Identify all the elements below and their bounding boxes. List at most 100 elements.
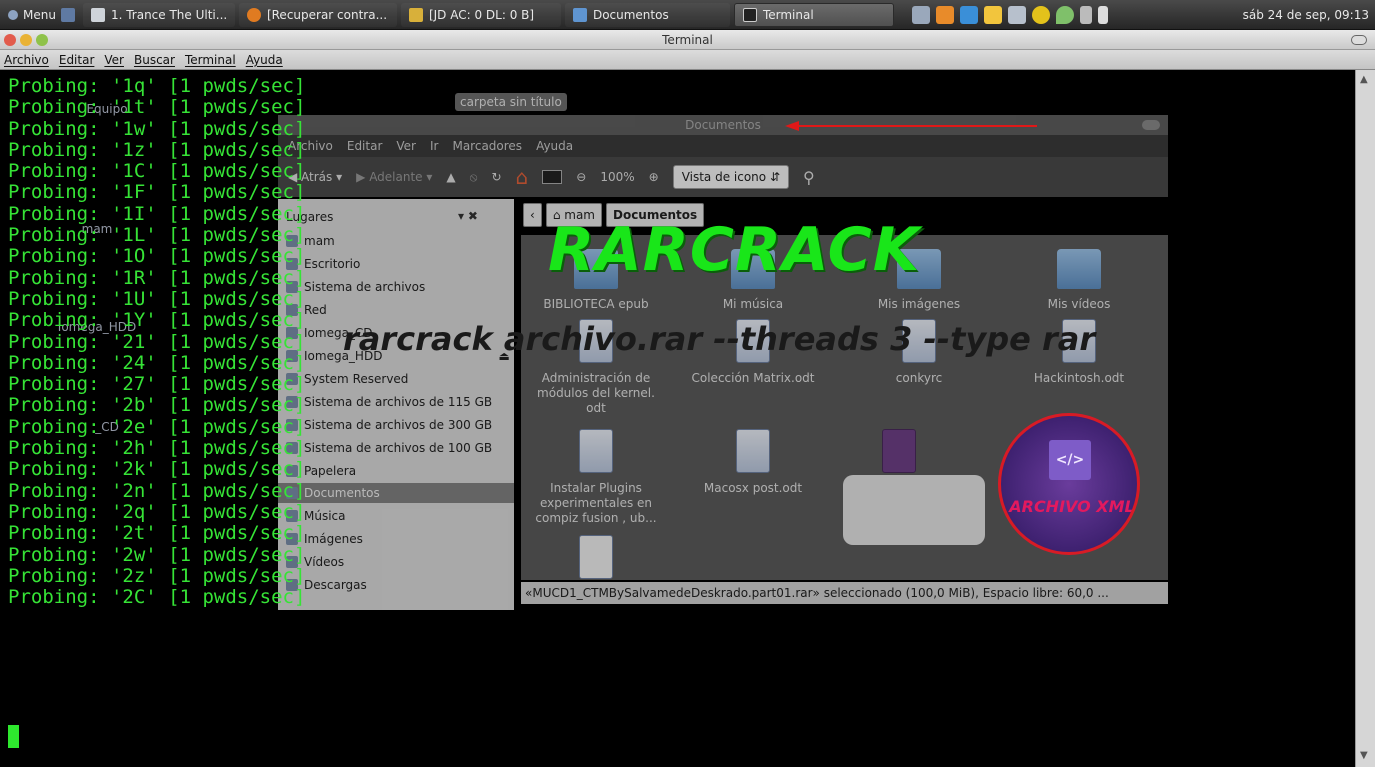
menu-terminal[interactable]: Terminal: [185, 53, 236, 67]
xml-file-badge: </> ARCHIVO XML: [998, 413, 1140, 555]
fm-menu-ir[interactable]: Ir: [430, 139, 438, 153]
maximize-button[interactable]: [36, 34, 48, 46]
taskbar-item-documentos[interactable]: Documentos: [564, 2, 730, 27]
terminal-line: Probing: '1z' [1 pwds/sec]: [8, 138, 306, 161]
tray-calculator-icon[interactable]: [1007, 5, 1026, 24]
close-button[interactable]: [4, 34, 16, 46]
reload-icon[interactable]: ↻: [491, 170, 501, 184]
tray-skype-icon[interactable]: [959, 5, 978, 24]
taskbar-item-browser[interactable]: [Recuperar contra...: [238, 2, 397, 27]
terminal-line: Probing: '1w' [1 pwds/sec]: [8, 117, 306, 140]
search-icon[interactable]: ⚲: [803, 168, 815, 187]
file-name: Mis imágenes: [877, 297, 961, 311]
red-arrow-annotation: [785, 121, 1037, 131]
main-menu-label: Menu: [23, 7, 56, 22]
clock[interactable]: sáb 24 de sep, 09:13: [1243, 8, 1375, 22]
path-back-arrow-icon[interactable]: ‹: [523, 203, 542, 227]
file-item[interactable]: Mis vídeos: [1009, 249, 1149, 312]
main-menu-button[interactable]: Menu: [0, 0, 83, 29]
file-name: conkyrc: [895, 371, 943, 385]
menu-editar[interactable]: Editar: [59, 53, 95, 67]
terminal-line: Probing: '2b' [1 pwds/sec]: [8, 394, 306, 417]
taskbar-item-label: Documentos: [592, 7, 669, 22]
zoom-out-icon[interactable]: ⊖: [576, 170, 586, 184]
tray-shield-icon[interactable]: [1055, 5, 1074, 24]
menu-ver[interactable]: Ver: [104, 53, 124, 67]
fm-menu-ayuda[interactable]: Ayuda: [536, 139, 573, 153]
terminal-line: Probing: '2q' [1 pwds/sec]: [8, 500, 306, 523]
terminal-line: Probing: '1C' [1 pwds/sec]: [8, 160, 306, 183]
tray-java-icon[interactable]: [935, 5, 954, 24]
window-restore-button[interactable]: [1351, 35, 1367, 45]
taskbar-item-terminal[interactable]: Terminal: [733, 2, 894, 27]
firefox-icon: [246, 7, 261, 22]
file-name: BIBLIOTECA epub: [543, 297, 649, 311]
terminal-line: Probing: '1U' [1 pwds/sec]: [8, 287, 306, 310]
document-icon: [736, 429, 770, 473]
tray-app-icon[interactable]: [911, 5, 930, 24]
terminal-line: Probing: '1I' [1 pwds/sec]: [8, 202, 306, 225]
terminal-cursor: [8, 725, 19, 748]
zoom-level: 100%: [600, 170, 635, 184]
sidebar-close-icon[interactable]: ▾ ✖: [458, 209, 478, 223]
taskbar-item-label: [JD AC: 0 DL: 0 B]: [428, 7, 535, 22]
zoom-in-icon[interactable]: ⊕: [649, 170, 659, 184]
taskbar-item-media[interactable]: 1. Trance The Ulti...: [82, 2, 235, 27]
folder-icon: [1057, 249, 1101, 289]
terminal-line: Probing: '2C' [1 pwds/sec]: [8, 586, 306, 609]
terminal-line: Probing: '1F' [1 pwds/sec]: [8, 181, 306, 204]
home-icon[interactable]: ⌂: [516, 165, 529, 189]
archive-icon: [882, 429, 916, 473]
terminal-line: Probing: '2e' [1 pwds/sec]: [8, 415, 306, 438]
spreadsheet-icon: [579, 535, 613, 579]
rarcrack-command: rarcrack archivo.rar --threads 3 --type …: [343, 320, 1096, 358]
file-name: Instalar Plugins experimentales en compi…: [535, 481, 657, 525]
file-item-archive[interactable]: [829, 429, 969, 481]
terminal-line: Probing: '1q' [1 pwds/sec]: [8, 75, 306, 97]
taskbar-item-jdownloader[interactable]: [JD AC: 0 DL: 0 B]: [400, 2, 561, 27]
terminal-line: Probing: '1O' [1 pwds/sec]: [8, 245, 306, 268]
taskbar-item-label: [Recuperar contra...: [266, 7, 388, 22]
file-name: Colección Matrix.odt: [691, 371, 815, 385]
view-mode-select[interactable]: Vista de icono ⇵: [672, 165, 790, 189]
tray-update-icon[interactable]: [1031, 5, 1050, 24]
minimize-button[interactable]: [20, 34, 32, 46]
tray-volume-icon[interactable]: [1097, 5, 1108, 24]
terminal-line: Probing: '27' [1 pwds/sec]: [8, 373, 306, 396]
menu-buscar[interactable]: Buscar: [134, 53, 175, 67]
file-item[interactable]: Macosx post.odt: [683, 429, 823, 496]
desktop-folder-label[interactable]: carpeta sin título: [455, 93, 567, 111]
taskbar-item-label: 1. Trance The Ulti...: [110, 7, 228, 22]
terminal-line: Probing: '2n' [1 pwds/sec]: [8, 479, 306, 502]
up-arrow-icon[interactable]: ▲: [446, 170, 455, 184]
file-manager-toolbar: ◀ Atrás ▾ ▶ Adelante ▾ ▲ ⦸ ↻ ⌂ ⊖ 100% ⊕ …: [278, 157, 1168, 197]
file-manager-title: Documentos: [685, 118, 761, 132]
menu-ayuda[interactable]: Ayuda: [246, 53, 283, 67]
menu-archivo[interactable]: Archivo: [4, 53, 49, 67]
code-icon: </>: [1049, 440, 1091, 480]
file-name: Mi música: [722, 297, 784, 311]
scroll-up-arrow-icon[interactable]: ▲: [1360, 74, 1368, 85]
terminal-menubar: Archivo Editar Ver Buscar Terminal Ayuda: [0, 50, 1375, 70]
settings-icon[interactable]: [60, 7, 75, 22]
stop-icon[interactable]: ⦸: [470, 170, 478, 185]
top-panel: Menu 1. Trance The Ulti... [Recuperar co…: [0, 0, 1375, 30]
file-item[interactable]: Instalar Plugins experimentales en compi…: [526, 429, 666, 526]
scroll-down-arrow-icon[interactable]: ▼: [1360, 750, 1368, 761]
file-manager-restore-button[interactable]: [1142, 120, 1160, 130]
terminal-titlebar[interactable]: Terminal: [0, 30, 1375, 50]
file-manager-statusbar: «MUCD1_CTMBySalvamedeDeskrado.part01.rar…: [521, 582, 1168, 604]
media-player-icon: [90, 7, 105, 22]
folder-icon: [572, 7, 587, 22]
tray-network-icon[interactable]: [1079, 5, 1092, 24]
file-item-spreadsheet[interactable]: [526, 535, 666, 587]
file-name: Mis vídeos: [1047, 297, 1111, 311]
tray-fm-icon[interactable]: [983, 5, 1002, 24]
fm-menu-marcadores[interactable]: Marcadores: [452, 139, 522, 153]
file-name: Macosx post.odt: [703, 481, 803, 495]
computer-icon[interactable]: [542, 170, 563, 184]
redacted-file-blur: [843, 475, 985, 545]
terminal-line: Probing: '2w' [1 pwds/sec]: [8, 543, 306, 566]
file-name: Hackintosh.odt: [1033, 371, 1125, 385]
terminal-scrollbar[interactable]: ▲ ▼: [1355, 70, 1375, 767]
